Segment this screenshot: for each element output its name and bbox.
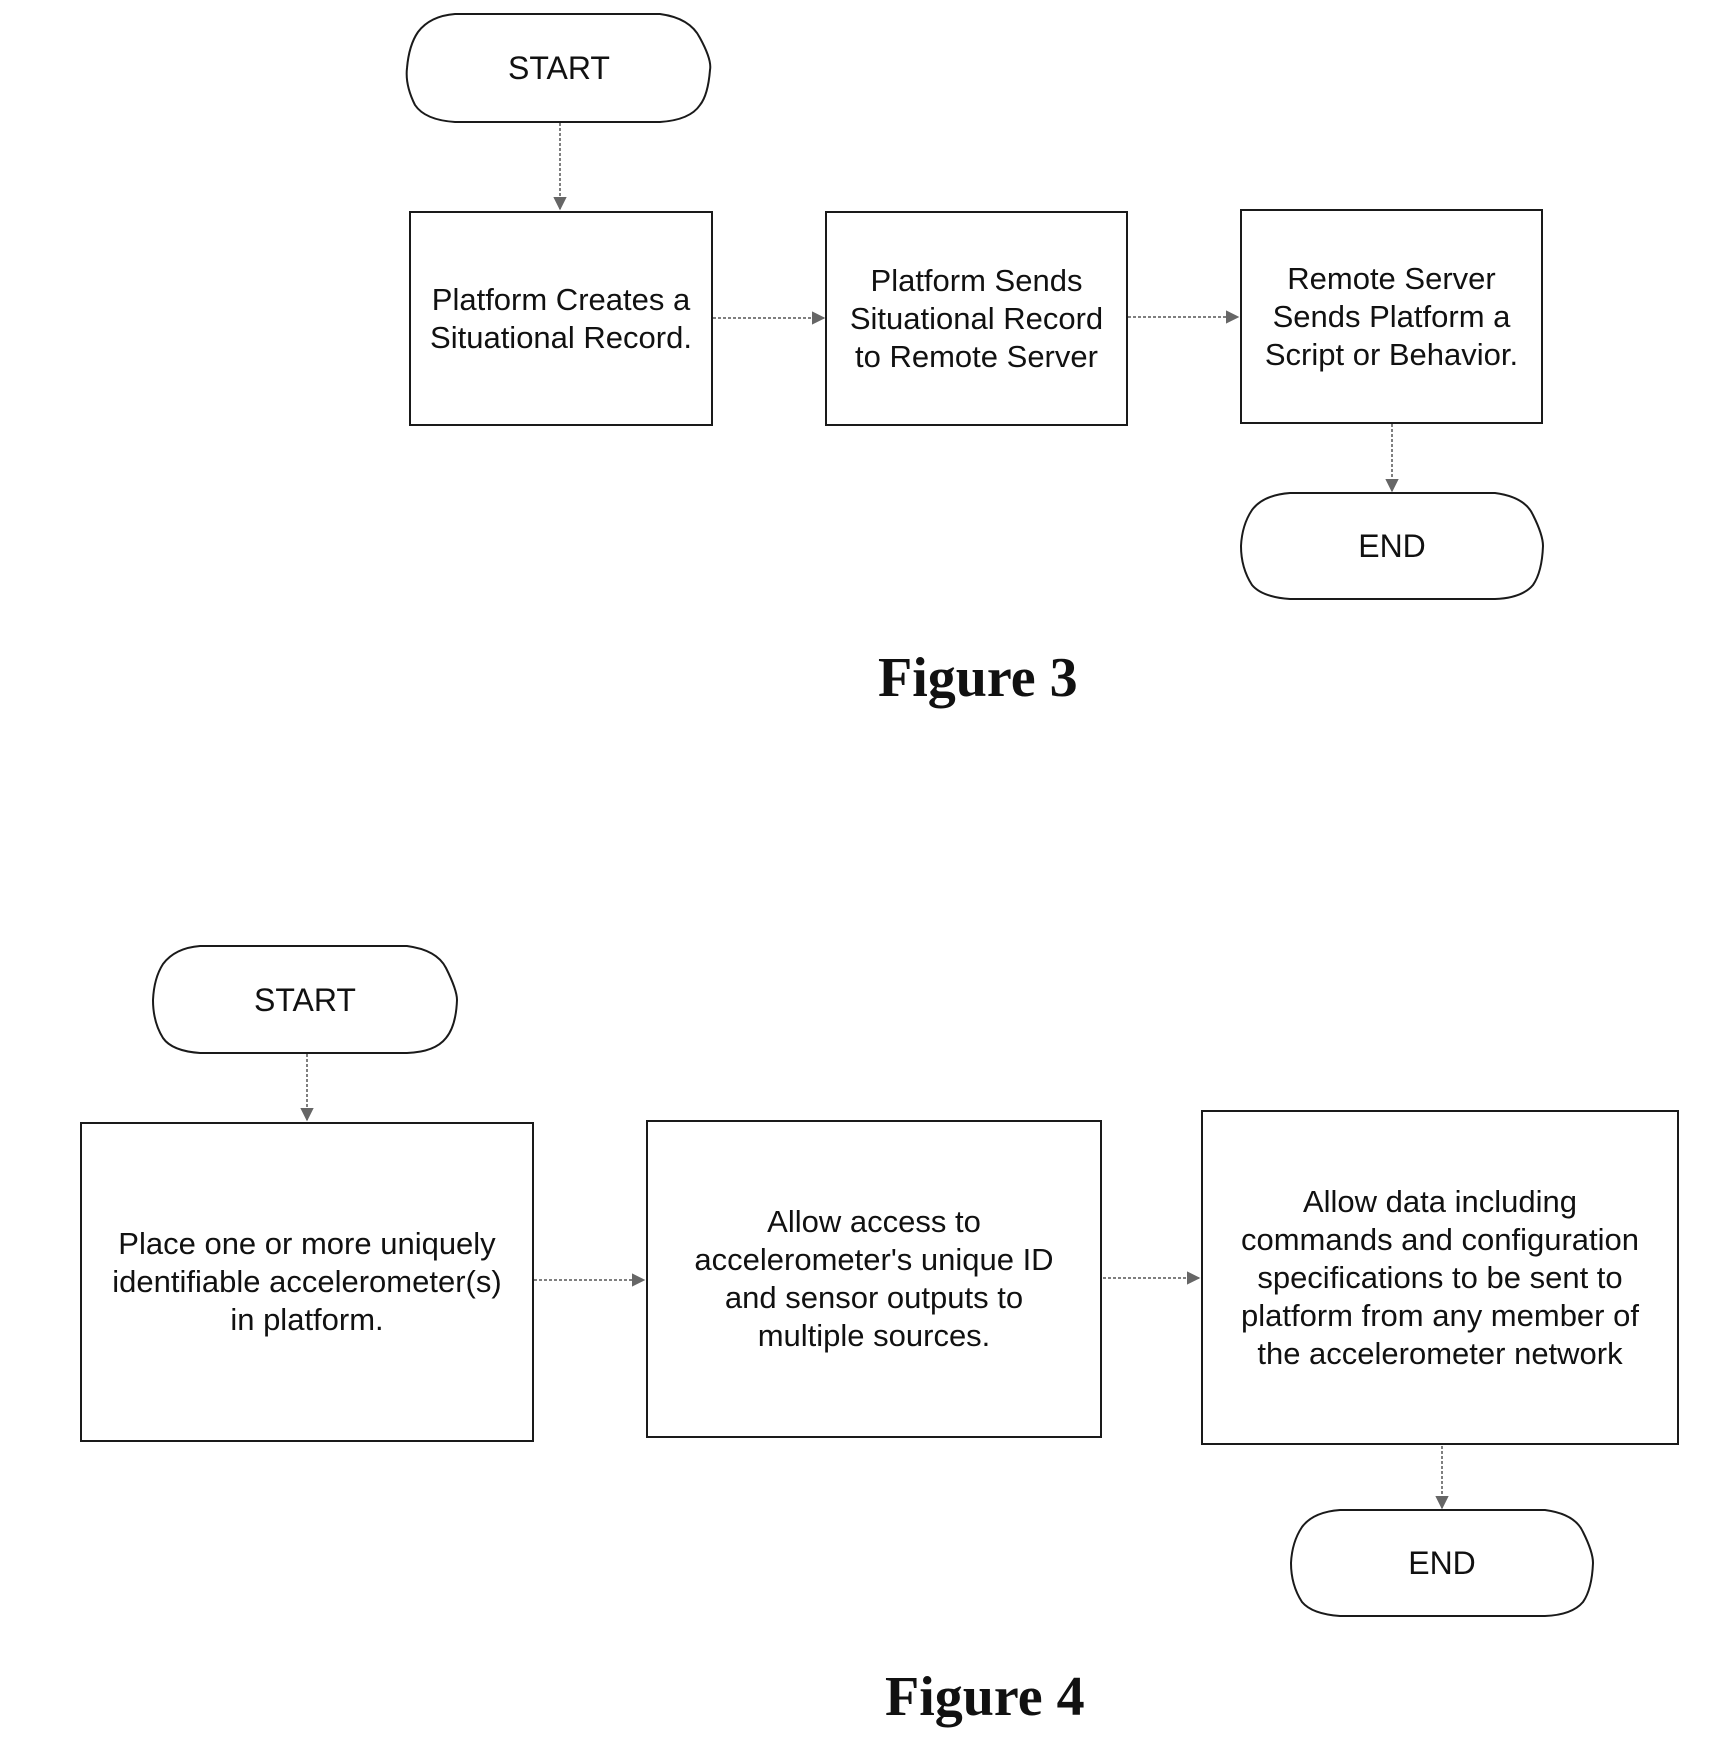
fig4-step-allow-data-from-network: Allow data including commands and config… [1201,1110,1679,1445]
fig3-step3-text: Remote Server Sends Platform a Script or… [1264,260,1519,372]
fig3-end-label: END [1358,528,1426,564]
figure-3-caption: Figure 3 [878,647,1078,709]
fig3-step2-text: Platform Sends Situational Record to Rem… [849,262,1104,374]
fig4-end-label: END [1408,1545,1476,1581]
fig4-end-terminator: END [1291,1510,1593,1616]
fig3-start-terminator: START [407,14,711,122]
fig3-start-label: START [508,50,610,86]
fig4-start-label: START [254,981,356,1018]
fig3-step-create-situational-record: Platform Creates a Situational Record. [409,211,713,426]
fig4-step-place-accelerometers: Place one or more uniquely identifiable … [80,1122,534,1442]
figure-4-caption: Figure 4 [885,1666,1085,1728]
fig4-step3-text: Allow data including commands and config… [1240,1183,1640,1371]
fig4-step1-text: Place one or more uniquely identifiable … [112,1226,502,1337]
fig4-step2-text: Allow access to accelerometer's unique I… [694,1204,1054,1353]
fig4-step-allow-access-to-id: Allow access to accelerometer's unique I… [646,1120,1102,1438]
fig3-step-send-record-to-server: Platform Sends Situational Record to Rem… [825,211,1128,426]
fig3-end-terminator: END [1241,493,1543,599]
fig4-start-terminator: START [153,946,457,1053]
fig3-step-server-sends-script: Remote Server Sends Platform a Script or… [1240,209,1543,424]
fig3-step1-text: Platform Creates a Situational Record. [430,281,692,355]
patent-drawing-sheet: START Platform Creates a Situational Rec… [0,0,1719,1764]
